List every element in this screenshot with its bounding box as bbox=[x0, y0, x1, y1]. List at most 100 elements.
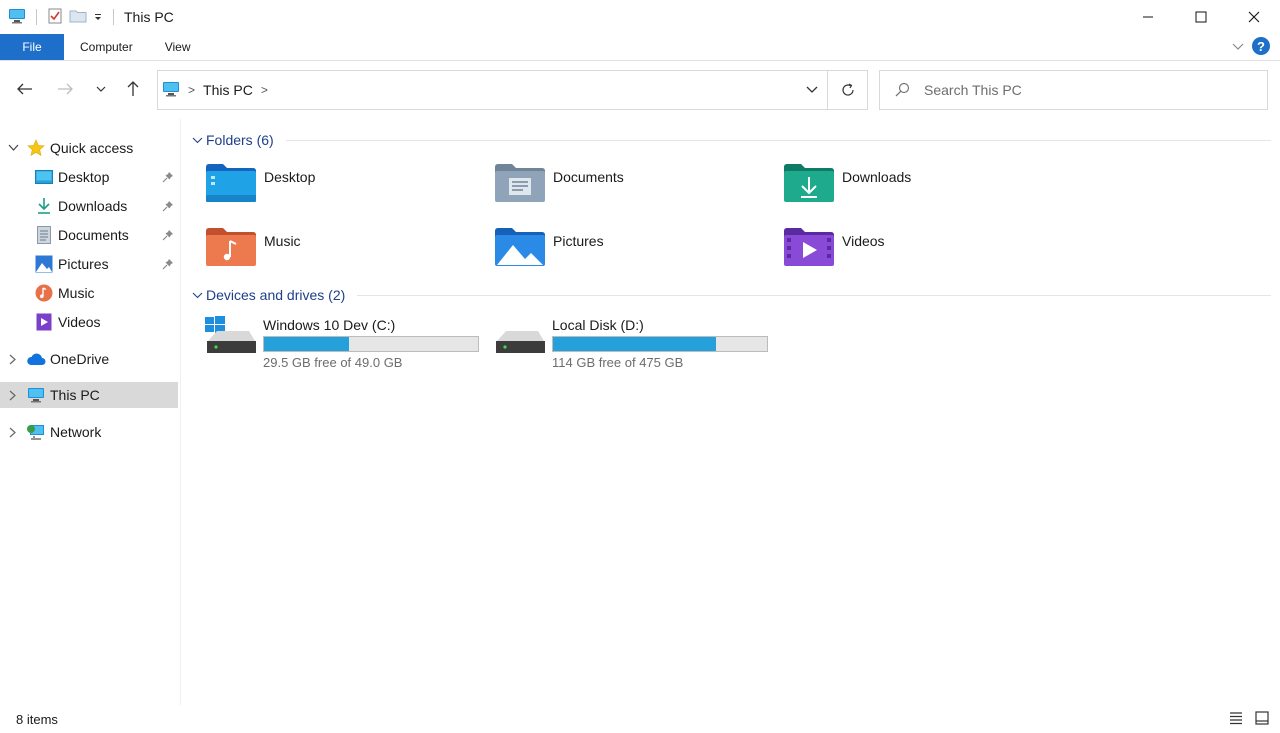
videos-folder-icon bbox=[784, 227, 836, 271]
folder-name: Videos bbox=[842, 233, 885, 249]
folders-group-header[interactable]: Folders (6) bbox=[189, 129, 1271, 151]
this-pc-window-icon[interactable] bbox=[8, 8, 26, 27]
tab-file[interactable]: File bbox=[0, 34, 64, 60]
item-count: 8 items bbox=[16, 711, 58, 727]
search-input[interactable] bbox=[924, 82, 1244, 98]
desktop-folder-icon bbox=[206, 163, 258, 207]
expand-ribbon-button[interactable] bbox=[1232, 39, 1244, 54]
folder-tile-pictures[interactable]: Pictures bbox=[495, 227, 775, 277]
folder-tile-videos[interactable]: Videos bbox=[784, 227, 1064, 277]
back-button[interactable] bbox=[13, 79, 37, 99]
sidebar-item-music[interactable]: Music bbox=[0, 280, 178, 306]
details-view-button[interactable] bbox=[1228, 710, 1244, 729]
forward-button[interactable] bbox=[53, 79, 77, 99]
expand-chevron-icon[interactable] bbox=[0, 390, 26, 401]
sidebar-item-label: Downloads bbox=[58, 198, 128, 214]
large-icons-view-icon bbox=[1255, 711, 1269, 725]
downloads-icon bbox=[34, 197, 54, 215]
folder-name: Music bbox=[264, 233, 301, 249]
quick-access-toolbar bbox=[0, 8, 118, 27]
breadcrumb-separator-icon[interactable]: > bbox=[261, 83, 268, 97]
customize-toolbar-icon[interactable] bbox=[93, 10, 103, 25]
folder-name: Pictures bbox=[553, 233, 604, 249]
drives-group-header[interactable]: Devices and drives (2) bbox=[189, 284, 1271, 306]
pin-icon[interactable] bbox=[162, 228, 174, 244]
sidebar-item-onedrive[interactable]: OneDrive bbox=[0, 346, 178, 372]
onedrive-cloud-icon bbox=[26, 350, 46, 368]
close-icon bbox=[1248, 11, 1259, 23]
tab-computer[interactable]: Computer bbox=[64, 34, 149, 60]
drive-tile-c[interactable]: Windows 10 Dev (C:) 29.5 GB free of 49.0… bbox=[205, 315, 490, 371]
help-button[interactable]: ? bbox=[1252, 37, 1270, 55]
arrow-left-icon bbox=[17, 83, 32, 95]
toolbar-separator bbox=[113, 9, 114, 25]
collapse-chevron-icon[interactable] bbox=[0, 144, 26, 152]
folder-tile-desktop[interactable]: Desktop bbox=[206, 163, 486, 213]
minimize-button[interactable] bbox=[1121, 0, 1174, 34]
sidebar-item-quick-access[interactable]: Quick access bbox=[0, 135, 178, 161]
breadcrumb-separator-icon[interactable]: > bbox=[188, 83, 195, 97]
arrow-up-icon bbox=[127, 81, 139, 96]
chevron-down-icon bbox=[189, 137, 206, 144]
folder-tile-music[interactable]: Music bbox=[206, 227, 486, 277]
tab-view[interactable]: View bbox=[149, 34, 207, 60]
sidebar-item-label: OneDrive bbox=[50, 351, 110, 367]
documents-icon bbox=[34, 226, 54, 244]
large-icons-view-button[interactable] bbox=[1254, 710, 1270, 729]
folder-tile-downloads[interactable]: Downloads bbox=[784, 163, 1064, 213]
drive-name: Windows 10 Dev (C:) bbox=[263, 317, 396, 333]
drive-tile-d[interactable]: Local Disk (D:) 114 GB free of 475 GB bbox=[494, 315, 779, 371]
breadcrumb-this-pc[interactable]: This PC bbox=[203, 82, 253, 98]
group-title: Folders (6) bbox=[206, 132, 274, 148]
view-switcher bbox=[1228, 710, 1270, 729]
arrow-right-icon bbox=[58, 83, 73, 95]
ribbon-right-controls: ? bbox=[1232, 37, 1270, 55]
sidebar-item-pictures[interactable]: Pictures bbox=[0, 251, 178, 277]
chevron-down-icon bbox=[189, 292, 206, 299]
drive-free-space: 29.5 GB free of 49.0 GB bbox=[263, 355, 403, 370]
videos-icon bbox=[34, 313, 54, 331]
sidebar-item-label: Quick access bbox=[50, 140, 134, 156]
recent-locations-button[interactable] bbox=[89, 79, 113, 99]
pin-icon[interactable] bbox=[162, 199, 174, 215]
music-folder-icon bbox=[206, 227, 258, 271]
breadcrumb: > This PC > bbox=[158, 81, 268, 100]
toolbar-separator bbox=[36, 9, 37, 25]
hard-drive-icon bbox=[494, 315, 546, 359]
up-button[interactable] bbox=[121, 79, 145, 99]
close-button[interactable] bbox=[1227, 0, 1280, 34]
chevron-down-icon bbox=[806, 86, 818, 93]
refresh-button[interactable] bbox=[827, 71, 867, 109]
new-folder-icon[interactable] bbox=[69, 9, 87, 26]
title-bar: This PC bbox=[0, 0, 1280, 34]
properties-icon[interactable] bbox=[47, 8, 63, 27]
this-pc-icon bbox=[26, 386, 46, 404]
pin-icon[interactable] bbox=[162, 257, 174, 273]
sidebar-item-documents[interactable]: Documents bbox=[0, 222, 178, 248]
downloads-folder-icon bbox=[784, 163, 836, 207]
sidebar-item-desktop[interactable]: Desktop bbox=[0, 164, 178, 190]
window-controls bbox=[1121, 0, 1280, 34]
sidebar-item-network[interactable]: Network bbox=[0, 419, 178, 445]
drive-usage-fill bbox=[264, 337, 350, 351]
details-view-icon bbox=[1230, 712, 1242, 725]
address-history-dropdown[interactable] bbox=[797, 71, 827, 109]
minimize-icon bbox=[1142, 16, 1153, 18]
sidebar-item-downloads[interactable]: Downloads bbox=[0, 193, 178, 219]
address-bar[interactable]: > This PC > bbox=[157, 70, 868, 110]
expand-chevron-icon[interactable] bbox=[0, 354, 26, 365]
maximize-button[interactable] bbox=[1174, 0, 1227, 34]
this-pc-icon bbox=[162, 81, 180, 100]
sidebar-item-this-pc[interactable]: This PC bbox=[0, 382, 178, 408]
sidebar-item-videos[interactable]: Videos bbox=[0, 309, 178, 335]
pin-icon[interactable] bbox=[162, 170, 174, 186]
sidebar-item-label: Videos bbox=[58, 314, 101, 330]
folder-tile-documents[interactable]: Documents bbox=[495, 163, 775, 213]
divider bbox=[285, 139, 1271, 141]
expand-chevron-icon[interactable] bbox=[0, 427, 26, 438]
search-box[interactable] bbox=[879, 70, 1268, 110]
sidebar-item-label: Network bbox=[50, 424, 102, 440]
pictures-folder-icon bbox=[495, 227, 547, 271]
status-bar: 8 items bbox=[0, 705, 1280, 733]
group-title: Devices and drives (2) bbox=[206, 287, 346, 303]
